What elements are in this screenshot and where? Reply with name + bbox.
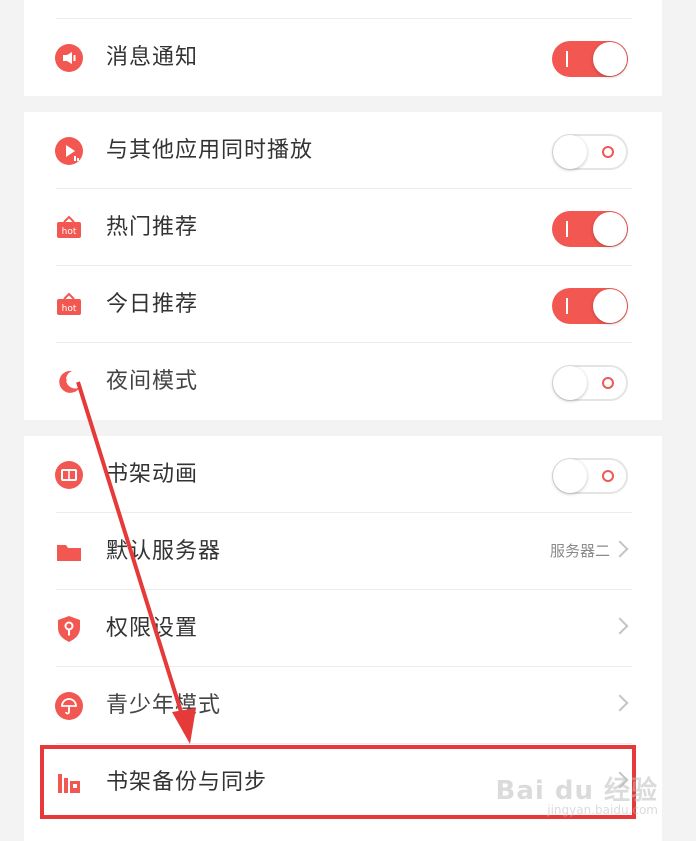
- toggle-on-mark: [566, 221, 568, 237]
- svg-text:hot: hot: [62, 304, 77, 314]
- settings-row-teen-mode[interactable]: 青少年模式: [24, 667, 662, 744]
- settings-row-bookshelf-animation[interactable]: 书架动画: [24, 436, 662, 513]
- today-recommend-toggle[interactable]: [552, 288, 628, 324]
- book-icon: [55, 461, 83, 489]
- row-label: 青少年模式: [106, 693, 222, 718]
- toggle-knob: [553, 459, 587, 493]
- moon-icon: [59, 370, 80, 393]
- settings-row-night-mode[interactable]: 夜间模式: [24, 343, 662, 420]
- toggle-on-mark: [566, 298, 568, 314]
- settings-row-default-server[interactable]: 默认服务器 服务器二: [24, 513, 662, 590]
- night-mode-toggle[interactable]: [552, 365, 628, 401]
- row-label: 默认服务器: [106, 539, 222, 564]
- settings-page: 消息通知 与其他应用同时播放 hot 热门推荐 hot 今日推荐 夜间模式 书架…: [24, 0, 662, 841]
- settings-row-hot-recommend[interactable]: hot 热门推荐: [24, 189, 662, 266]
- settings-row-message-notification[interactable]: 消息通知: [24, 19, 662, 96]
- row-label: 热门推荐: [106, 215, 199, 240]
- hot-icon: hot: [57, 292, 81, 315]
- umbrella-icon: [55, 692, 83, 720]
- toggle-knob: [593, 212, 627, 246]
- shield-key-icon: [58, 616, 80, 642]
- toggle-off-mark: [602, 470, 614, 482]
- toggle-knob: [593, 289, 627, 323]
- settings-row-permissions[interactable]: 权限设置: [24, 590, 662, 667]
- row-label: 今日推荐: [106, 292, 199, 317]
- simultaneous-playback-toggle[interactable]: [552, 134, 628, 170]
- settings-row-top-partial: [24, 0, 662, 19]
- settings-row-simultaneous-playback[interactable]: 与其他应用同时播放: [24, 112, 662, 189]
- row-label: 书架动画: [106, 462, 199, 487]
- message-notification-toggle[interactable]: [552, 41, 628, 77]
- watermark-main: Bai du 经验: [495, 776, 658, 806]
- row-label: 与其他应用同时播放: [106, 138, 314, 163]
- row-label: 夜间模式: [106, 369, 199, 394]
- chevron-right-icon: [611, 540, 629, 558]
- play-icon: [55, 137, 83, 165]
- chevron-right-icon: [611, 694, 629, 712]
- hot-icon: hot: [57, 215, 81, 238]
- hot-recommend-toggle[interactable]: [552, 211, 628, 247]
- toggle-knob: [593, 42, 627, 76]
- row-label: 权限设置: [106, 616, 199, 641]
- megaphone-icon: [55, 44, 83, 72]
- toggle-knob: [553, 135, 587, 169]
- settings-section-playback: 与其他应用同时播放 hot 热门推荐 hot 今日推荐 夜间模式: [24, 112, 662, 420]
- chevron-right-icon: [611, 617, 629, 635]
- toggle-on-mark: [566, 51, 568, 67]
- baidu-watermark: Bai du 经验 jingyan.baidu.com: [496, 770, 659, 817]
- settings-row-today-recommend[interactable]: hot 今日推荐: [24, 266, 662, 343]
- svg-text:hot: hot: [62, 227, 77, 237]
- row-label: 消息通知: [106, 45, 199, 70]
- toggle-off-mark: [602, 146, 614, 158]
- default-server-value: 服务器二: [549, 542, 610, 560]
- bookshelf-animation-toggle[interactable]: [552, 458, 628, 494]
- settings-section-notifications: 消息通知: [24, 0, 662, 96]
- folder-icon: [57, 545, 81, 561]
- toggle-knob: [553, 366, 587, 400]
- toggle-off-mark: [602, 377, 614, 389]
